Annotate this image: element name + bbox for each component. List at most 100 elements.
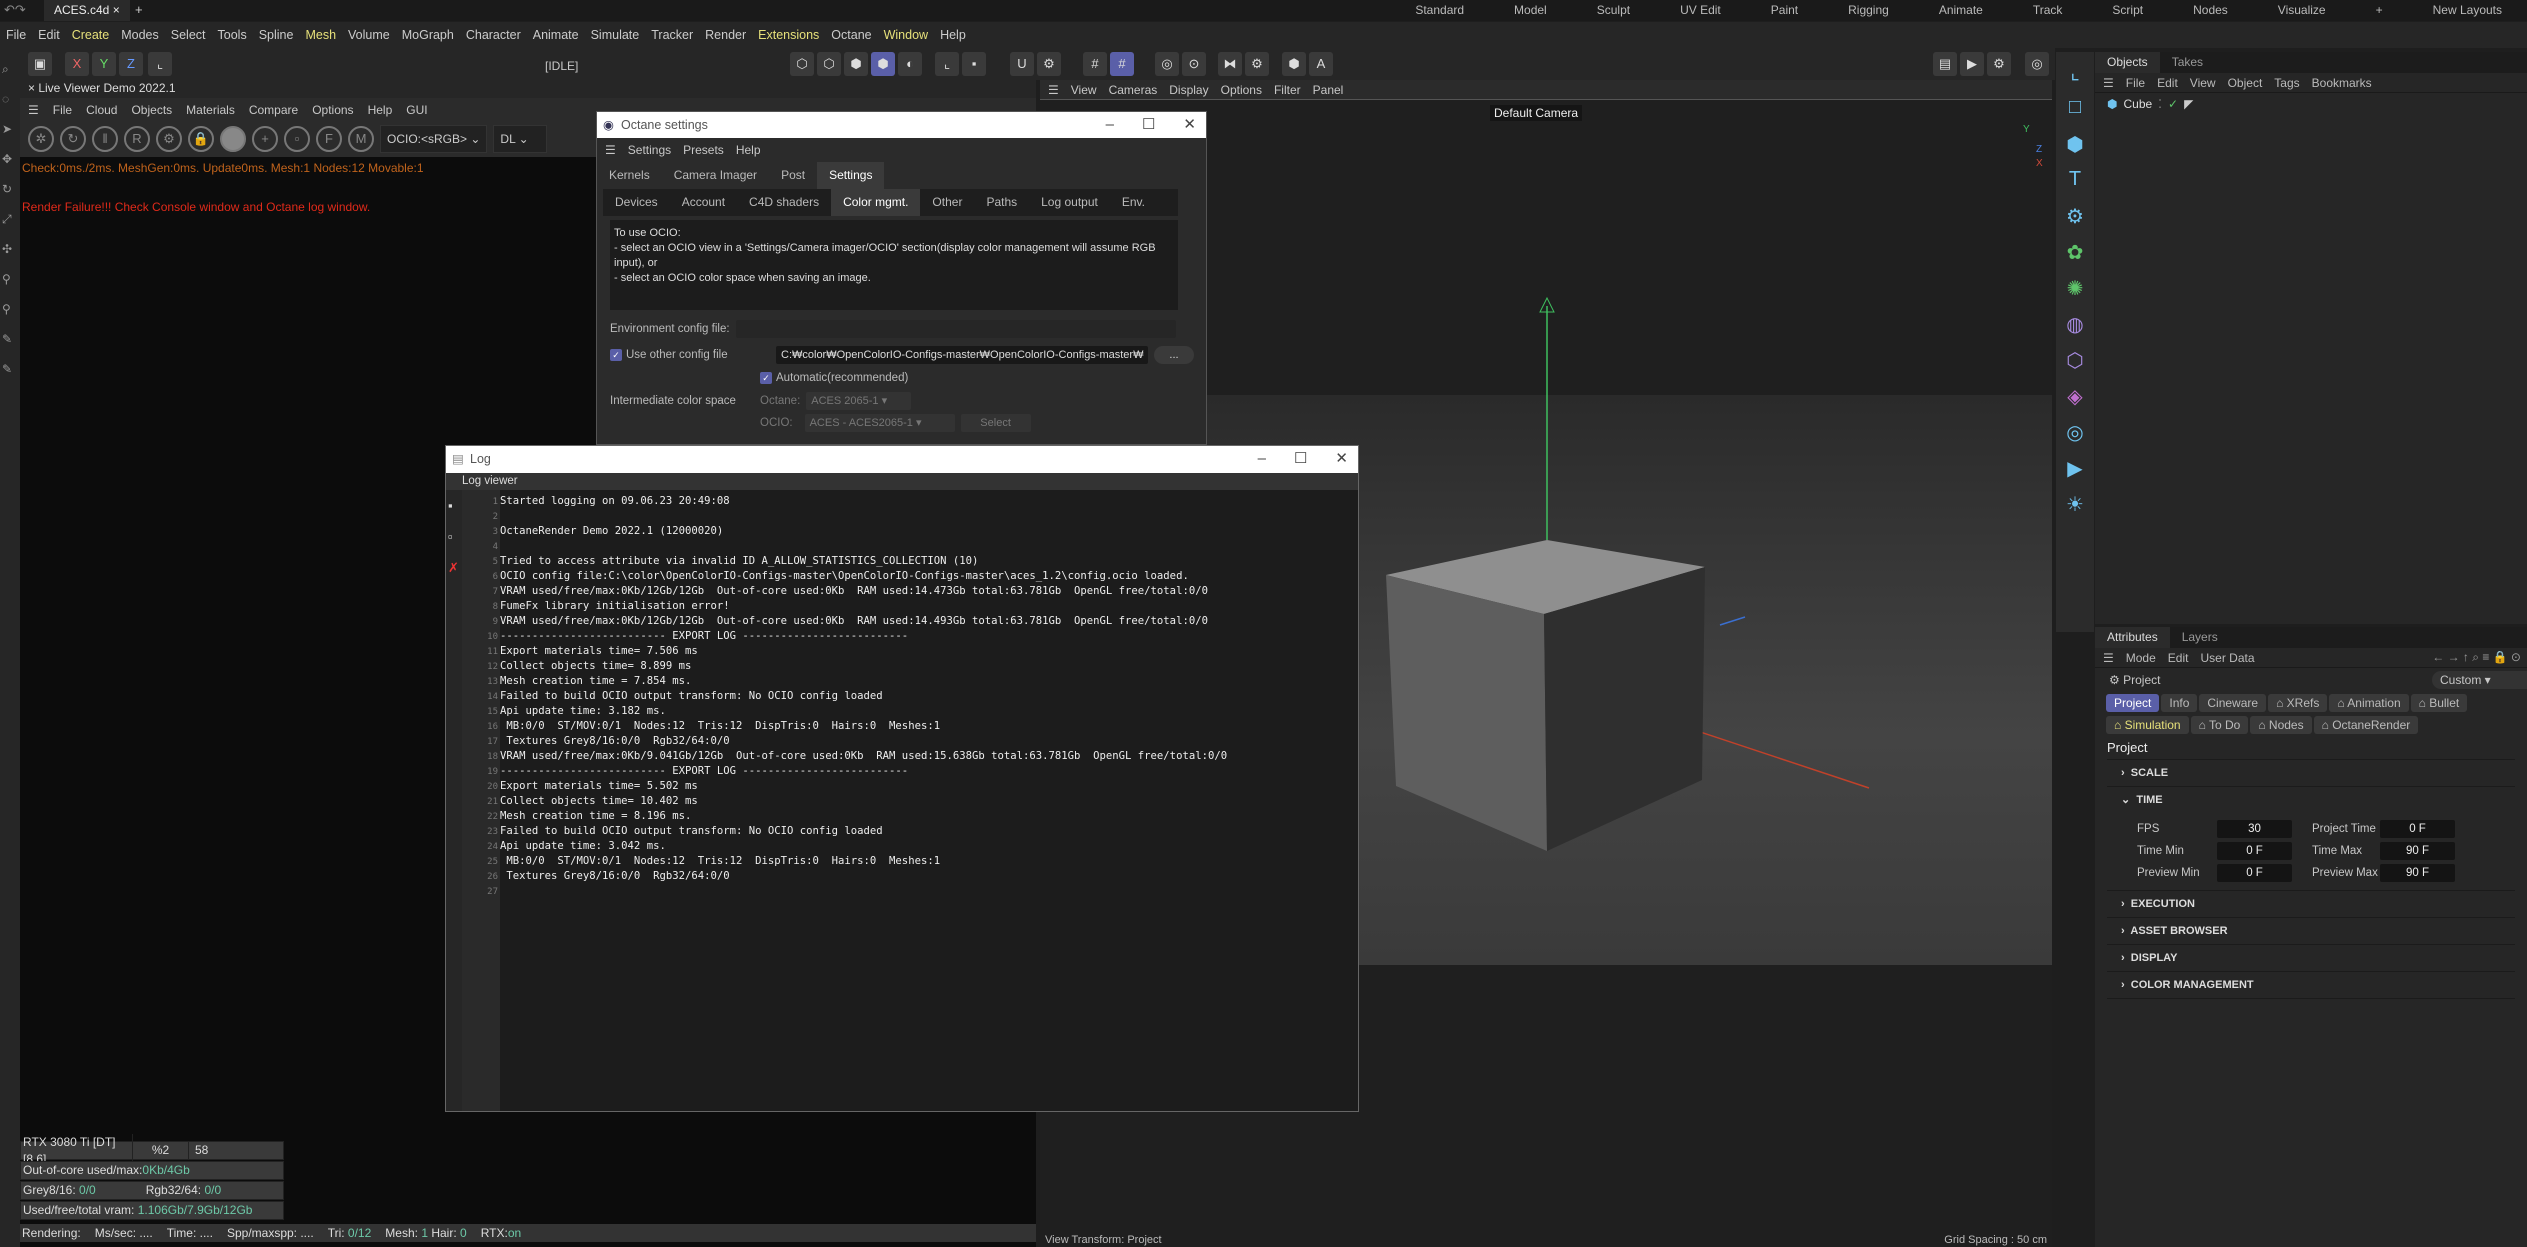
tab-objects[interactable]: Objects [2095,52,2160,73]
oct-subtab-other[interactable]: Other [920,189,974,216]
close-tab-icon[interactable]: × [113,3,120,17]
points-mode-button[interactable]: ⬡ [790,52,814,76]
automatic-checkbox[interactable]: ✓ [760,372,772,384]
scale-icon[interactable]: ⤢ [2,212,18,228]
menu-file[interactable]: File [0,28,32,42]
layout-sculpt[interactable]: Sculpt [1572,0,1655,21]
object-row-cube[interactable]: ⬢ Cube ⁚ ✓ ◤ [2095,93,2527,115]
search-icon[interactable]: ⌕ [2,62,18,78]
log-titlebar[interactable]: ▤ Log – ☐ ✕ [446,446,1358,473]
layout-uv-edit[interactable]: UV Edit [1655,0,1746,21]
layout-new-layouts[interactable]: New Layouts [2408,0,2527,21]
auto-button[interactable]: A [1309,52,1333,76]
deformer-icon[interactable]: ◍ [2061,312,2089,340]
render-region-button[interactable]: ▤ [1933,52,1957,76]
attr-tab-project[interactable]: Project [2106,694,2160,712]
workplane-button[interactable]: # [1083,52,1107,76]
soft-selection-button[interactable]: ◎ [1155,52,1179,76]
clay-mode-icon[interactable]: ▫ [284,126,310,152]
layout-nodes[interactable]: Nodes [2168,0,2253,21]
layout-item[interactable]: + [2351,0,2408,21]
menu-window[interactable]: Window [878,28,934,42]
model-mode-button[interactable]: ⬢ [871,52,895,76]
ocio-space-select[interactable]: ACES - ACES2065-1 ▾ [804,414,955,432]
attr-tab-xrefs[interactable]: ⌂ XRefs [2268,694,2328,712]
attribute-nav-icons[interactable]: ← → ↑ ⌕ ≡ 🔒 ⊙ [2432,650,2521,665]
lv-menu-gui[interactable]: GUI [406,103,427,117]
render-settings-button[interactable]: ⚙ [1987,52,2011,76]
lv-menu-compare[interactable]: Compare [249,103,298,117]
attr-tab-octanerender[interactable]: ⌂ OctaneRender [2313,716,2419,734]
rectangle-spline-icon[interactable]: □ [2061,96,2089,124]
attr-tab-simulation[interactable]: ⌂ Simulation [2106,716,2189,734]
close-button[interactable]: ✕ [1335,446,1348,472]
axis-y-button[interactable]: Y [92,52,116,76]
oct-subtab-paths[interactable]: Paths [974,189,1029,216]
tab-takes[interactable]: Takes [2160,52,2215,73]
effector-icon[interactable]: ✺ [2061,276,2089,304]
close-panel-icon[interactable]: × [28,81,38,95]
axis-x-button[interactable]: X [65,52,89,76]
layout-script[interactable]: Script [2087,0,2168,21]
obj-menu-tags[interactable]: Tags [2274,76,2299,90]
menu-extensions[interactable]: Extensions [752,28,825,42]
save-icon[interactable]: ▪ [448,498,460,513]
settings-gear-icon[interactable]: ⚙ [156,126,182,152]
environment-icon[interactable]: ◎ [2061,420,2089,448]
tag-icon[interactable]: ◤ [2184,97,2193,111]
region-icon[interactable]: R [124,126,150,152]
maximize-button[interactable]: ☐ [1294,446,1307,472]
knife-icon[interactable]: ⚲ [2,302,18,318]
section-display[interactable]: › DISPLAY [2107,945,2515,972]
axis-mode-button[interactable]: ⌞ [935,52,959,76]
preview-max-field[interactable]: 90 F [2380,864,2455,882]
lv-menu-materials[interactable]: Materials [186,103,235,117]
undo-redo-icon[interactable]: ↶↷ [4,2,26,18]
octane-button[interactable]: ◎ [2025,52,2049,76]
brush-icon[interactable]: ✎ [2,332,18,348]
menu-edit[interactable]: Edit [32,28,66,42]
octane-space-select[interactable]: ACES 2065-1 ▾ [806,392,912,410]
ocio-select[interactable]: OCIO:<sRGB> ⌄ [380,125,488,153]
oct-tab-kernels[interactable]: Kernels [597,162,662,189]
oct-menu-help[interactable]: Help [736,143,761,157]
menu-character[interactable]: Character [460,28,527,42]
snap-button[interactable]: U [1010,52,1034,76]
oct-tab-camera-imager[interactable]: Camera Imager [662,162,769,189]
menu-select[interactable]: Select [165,28,212,42]
restart-icon[interactable]: ↻ [60,126,86,152]
lv-menu-help[interactable]: Help [368,103,393,117]
section-asset-browser[interactable]: › ASSET BROWSER [2107,918,2515,945]
kernel-select[interactable]: DL ⌄ [493,125,548,153]
menu-tracker[interactable]: Tracker [645,28,699,42]
oct-tab-post[interactable]: Post [769,162,817,189]
obj-menu-edit[interactable]: Edit [2157,76,2178,90]
copy-icon[interactable]: ▫ [448,529,460,544]
maximize-button[interactable]: ☐ [1142,112,1155,138]
oct-subtab-log-output[interactable]: Log output [1029,189,1110,216]
pause-icon[interactable]: ‖ [92,126,118,152]
menu-animate[interactable]: Animate [527,28,585,42]
select-button[interactable]: Select [960,414,1031,432]
visibility-toggle[interactable]: ⁚ [2158,97,2162,111]
lv-menu-file[interactable]: File [53,103,72,117]
rotate-icon[interactable]: ↻ [2,182,18,198]
minimize-button[interactable]: – [1258,446,1266,472]
snap-settings-button[interactable]: ⚙ [1037,52,1061,76]
lock-button[interactable]: ⬢ [1282,52,1306,76]
section-color-management[interactable]: › COLOR MANAGEMENT [2107,972,2515,999]
soft-selection-settings-button[interactable]: ⊙ [1182,52,1206,76]
axis-z-button[interactable]: Z [119,52,143,76]
lv-menu-cloud[interactable]: Cloud [86,103,117,117]
attr-menu-edit[interactable]: Edit [2168,651,2189,665]
attr-tab-bullet[interactable]: ⌂ Bullet [2410,694,2468,712]
menu-volume[interactable]: Volume [342,28,396,42]
paint-icon[interactable]: ✎ [2,362,18,378]
hamburger-icon[interactable]: ☰ [605,143,616,157]
oct-menu-settings[interactable]: Settings [628,143,671,157]
move-icon[interactable]: ✥ [2,152,18,168]
hamburger-icon[interactable]: ☰ [2103,76,2114,90]
live-select-icon[interactable]: ◌ [2,92,18,108]
fps-field[interactable]: 30 [2217,820,2292,838]
browse-button[interactable]: ... [1154,346,1194,364]
